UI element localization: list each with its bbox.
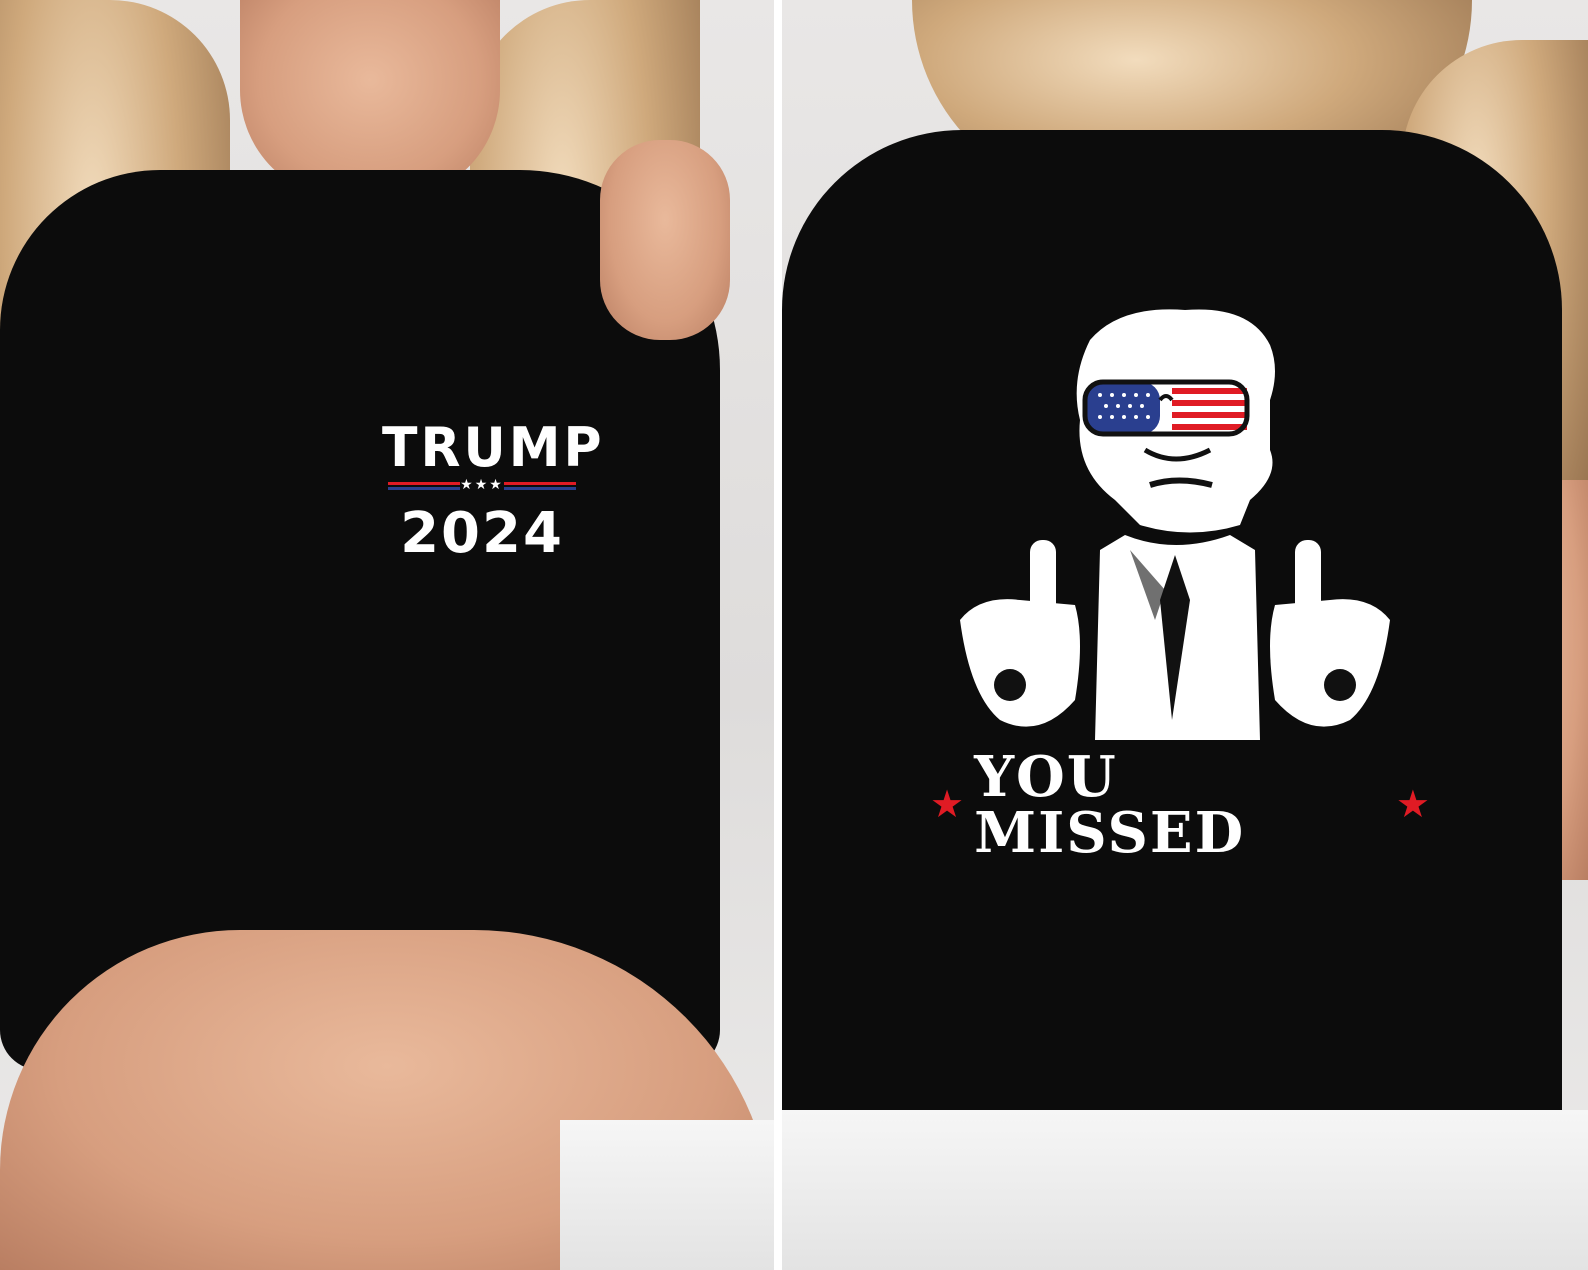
panel-divider [774,0,782,1270]
star-left-icon: ★ [930,784,965,826]
print-line-1: TRUMP [382,416,605,480]
front-chest-print: TRUMP ★★★ 2024 [382,416,605,566]
portrait-stencil-graphic [960,309,1390,740]
slogan-text: YOU MISSED [974,744,1246,866]
product-collage: TRUMP ★★★ 2024 ★ YOU MISSED ★ [0,0,1588,1270]
print-divider: ★★★ [382,476,582,502]
hand [600,140,730,340]
star-right-icon: ★ [1395,784,1430,826]
stencil-right-hand [1270,540,1390,727]
back-slogan: ★ YOU MISSED ★ [930,749,1430,861]
divider-line-right [504,482,576,490]
front-view-photo: TRUMP ★★★ 2024 [0,0,774,1270]
bedding-back [782,1110,1588,1270]
print-line-2: 2024 [400,501,564,566]
stencil-left-hand [960,540,1080,727]
divider-line-left [388,482,460,490]
divider-stars: ★★★ [460,476,504,492]
bedding-front [560,1120,774,1270]
